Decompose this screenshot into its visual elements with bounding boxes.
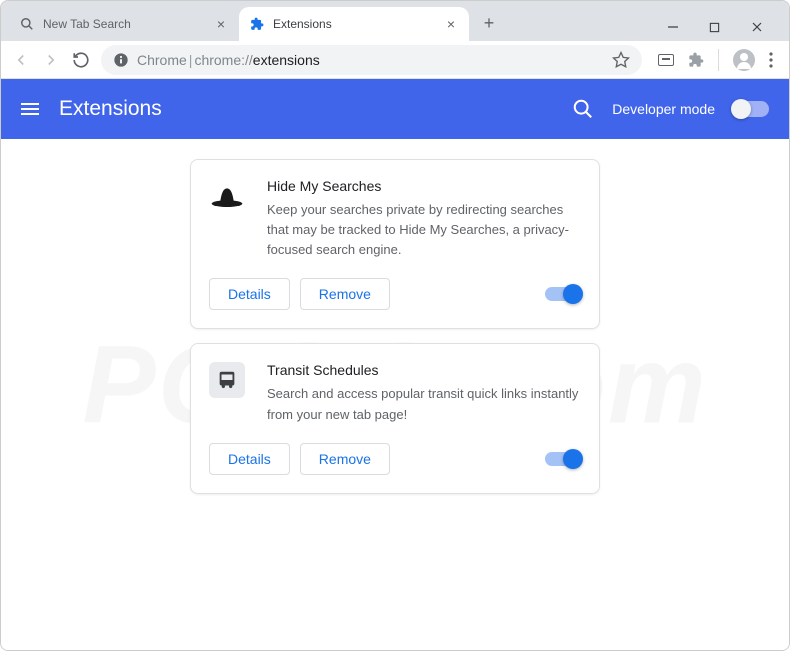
extension-card: Transit Schedules Search and access popu… [190,343,600,493]
toolbar-actions [652,49,779,71]
new-tab-button[interactable]: + [475,9,503,37]
puzzle-icon [249,16,265,32]
developer-mode-toggle[interactable] [733,101,769,117]
browser-toolbar: Chrome|chrome://extensions [1,41,789,79]
extension-card: Hide My Searches Keep your searches priv… [190,159,600,329]
bus-icon [209,362,245,398]
close-icon[interactable]: × [443,16,459,32]
maximize-button[interactable] [709,22,725,33]
extension-toggle[interactable] [545,452,581,466]
address-bar[interactable]: Chrome|chrome://extensions [101,45,642,75]
menu-icon[interactable] [21,103,39,115]
close-icon[interactable]: × [213,16,229,32]
hat-icon [209,178,245,214]
page-title: Extensions [59,97,552,121]
search-icon[interactable] [572,98,594,120]
bookmark-star-icon[interactable] [612,51,630,69]
extensions-header: Extensions Developer mode [1,79,789,139]
separator [718,49,719,71]
search-icon [19,16,35,32]
address-text: Chrome|chrome://extensions [137,52,320,68]
close-button[interactable] [751,21,767,33]
extension-name: Transit Schedules [267,362,581,378]
extension-description: Search and access popular transit quick … [267,384,581,424]
tab-title: Extensions [273,17,435,31]
extension-icon[interactable] [658,54,674,66]
remove-button[interactable]: Remove [300,443,390,475]
reload-button[interactable] [71,50,91,70]
tab-strip: New Tab Search × Extensions × + [9,1,667,41]
window-controls [667,21,781,41]
extension-name: Hide My Searches [267,178,581,194]
menu-icon[interactable] [769,52,773,68]
extension-icon[interactable] [688,52,704,68]
forward-button[interactable] [41,50,61,70]
window-titlebar: New Tab Search × Extensions × + [1,1,789,41]
tab-extensions[interactable]: Extensions × [239,7,469,41]
details-button[interactable]: Details [209,443,290,475]
address-path: extensions [253,52,320,68]
tab-new-tab-search[interactable]: New Tab Search × [9,7,239,41]
minimize-button[interactable] [667,21,683,33]
details-button[interactable]: Details [209,278,290,310]
remove-button[interactable]: Remove [300,278,390,310]
extension-description: Keep your searches private by redirectin… [267,200,581,260]
extension-toggle[interactable] [545,287,581,301]
site-info-icon[interactable] [113,52,129,68]
back-button[interactable] [11,50,31,70]
tab-title: New Tab Search [43,17,205,31]
extensions-list: PCrisk.com Hide My Searches Keep your se… [1,139,789,650]
developer-mode-label: Developer mode [612,101,715,117]
profile-avatar[interactable] [733,49,755,71]
address-prefix: Chrome [137,52,187,68]
